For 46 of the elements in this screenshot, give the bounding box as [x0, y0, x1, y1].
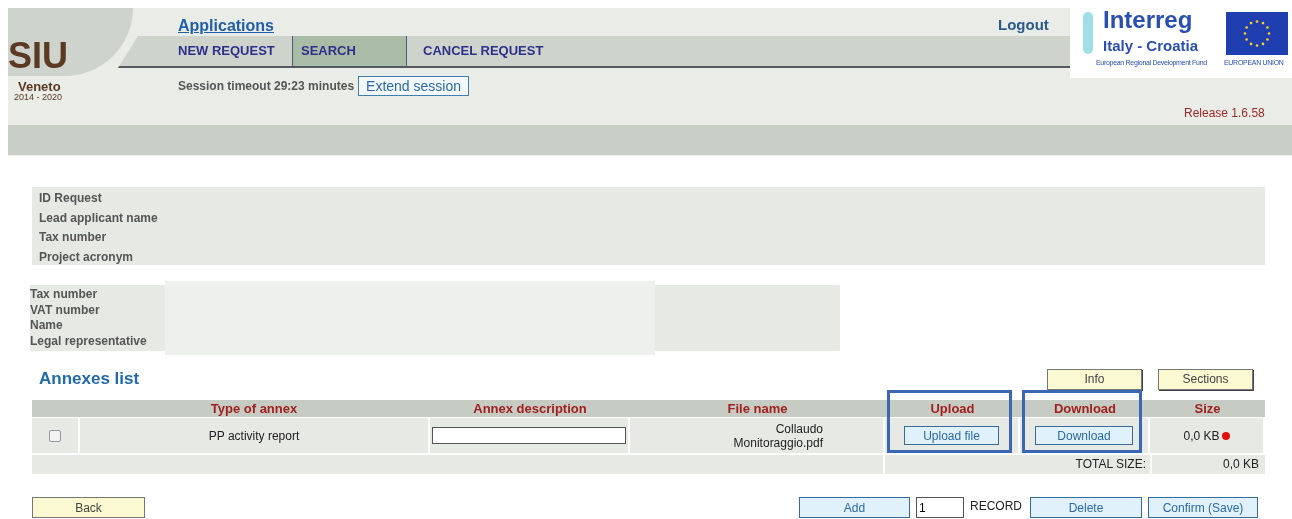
logo-text: SIU: [8, 38, 68, 74]
record-label: RECORD: [970, 498, 1022, 515]
field-label: Tax number: [39, 229, 108, 246]
session-timeout-text: Session timeout 29:23 minutes: [178, 78, 355, 95]
column-header: Type of annex: [209, 400, 299, 417]
section-title: Annexes list: [39, 368, 140, 391]
total-size-label: TOTAL SIZE:: [885, 455, 1150, 474]
field-label: ID Request: [39, 190, 103, 207]
toolbar-button[interactable]: Info: [1047, 368, 1142, 390]
back-button[interactable]: Back: [32, 497, 145, 518]
checkbox[interactable]: [49, 429, 61, 442]
column-header: Size: [1193, 400, 1222, 417]
table-cell-text: 0,0 KB: [1183, 427, 1220, 445]
field-label: Legal representative: [30, 333, 147, 349]
wave-icon: [1083, 12, 1093, 54]
nav-tab[interactable]: SEARCH: [293, 36, 407, 66]
partner-logo-subtitle: Italy - Croatia: [1103, 37, 1199, 55]
record-count-field[interactable]: 1: [916, 497, 964, 518]
logo-region: Veneto: [18, 80, 61, 93]
release-text: Release 1.6.58: [1184, 105, 1265, 122]
eu-flag-icon: [1226, 12, 1288, 55]
field-label: Tax number: [30, 287, 98, 303]
description-field[interactable]: [432, 427, 626, 444]
column-header: Upload: [929, 400, 976, 417]
nav-tab[interactable]: CANCEL REQUEST: [407, 36, 567, 66]
table-cell: PP activity report: [80, 418, 428, 453]
column-header: Download: [1052, 400, 1118, 417]
upload-file-button[interactable]: Upload file: [904, 426, 999, 445]
field-label: Name: [30, 318, 63, 334]
field-label: VAT number: [30, 302, 100, 318]
field-label: Lead applicant name: [39, 209, 159, 227]
applications-link[interactable]: Applications: [178, 14, 274, 38]
logo-years: 2014 - 2020: [14, 92, 63, 102]
extend-session-button[interactable]: Extend session: [358, 76, 469, 96]
delete-button[interactable]: Delete: [1030, 497, 1142, 518]
download-button[interactable]: Download: [1035, 426, 1133, 445]
column-header: File name: [726, 400, 789, 417]
logout-link[interactable]: Logout: [998, 14, 1049, 37]
confirm-save-button[interactable]: Confirm (Save): [1148, 497, 1258, 518]
total-size-value: 0,0 KB: [1152, 455, 1265, 474]
partner-logo-title: Interreg: [1103, 6, 1193, 34]
field-label: Project acronym: [39, 248, 135, 266]
add-button[interactable]: Add: [799, 497, 910, 518]
column-header: Annex description: [472, 400, 588, 417]
toolbar-button[interactable]: Sections: [1158, 368, 1253, 390]
table-cell: Collaudo Monitoraggio.pdf: [630, 418, 883, 453]
